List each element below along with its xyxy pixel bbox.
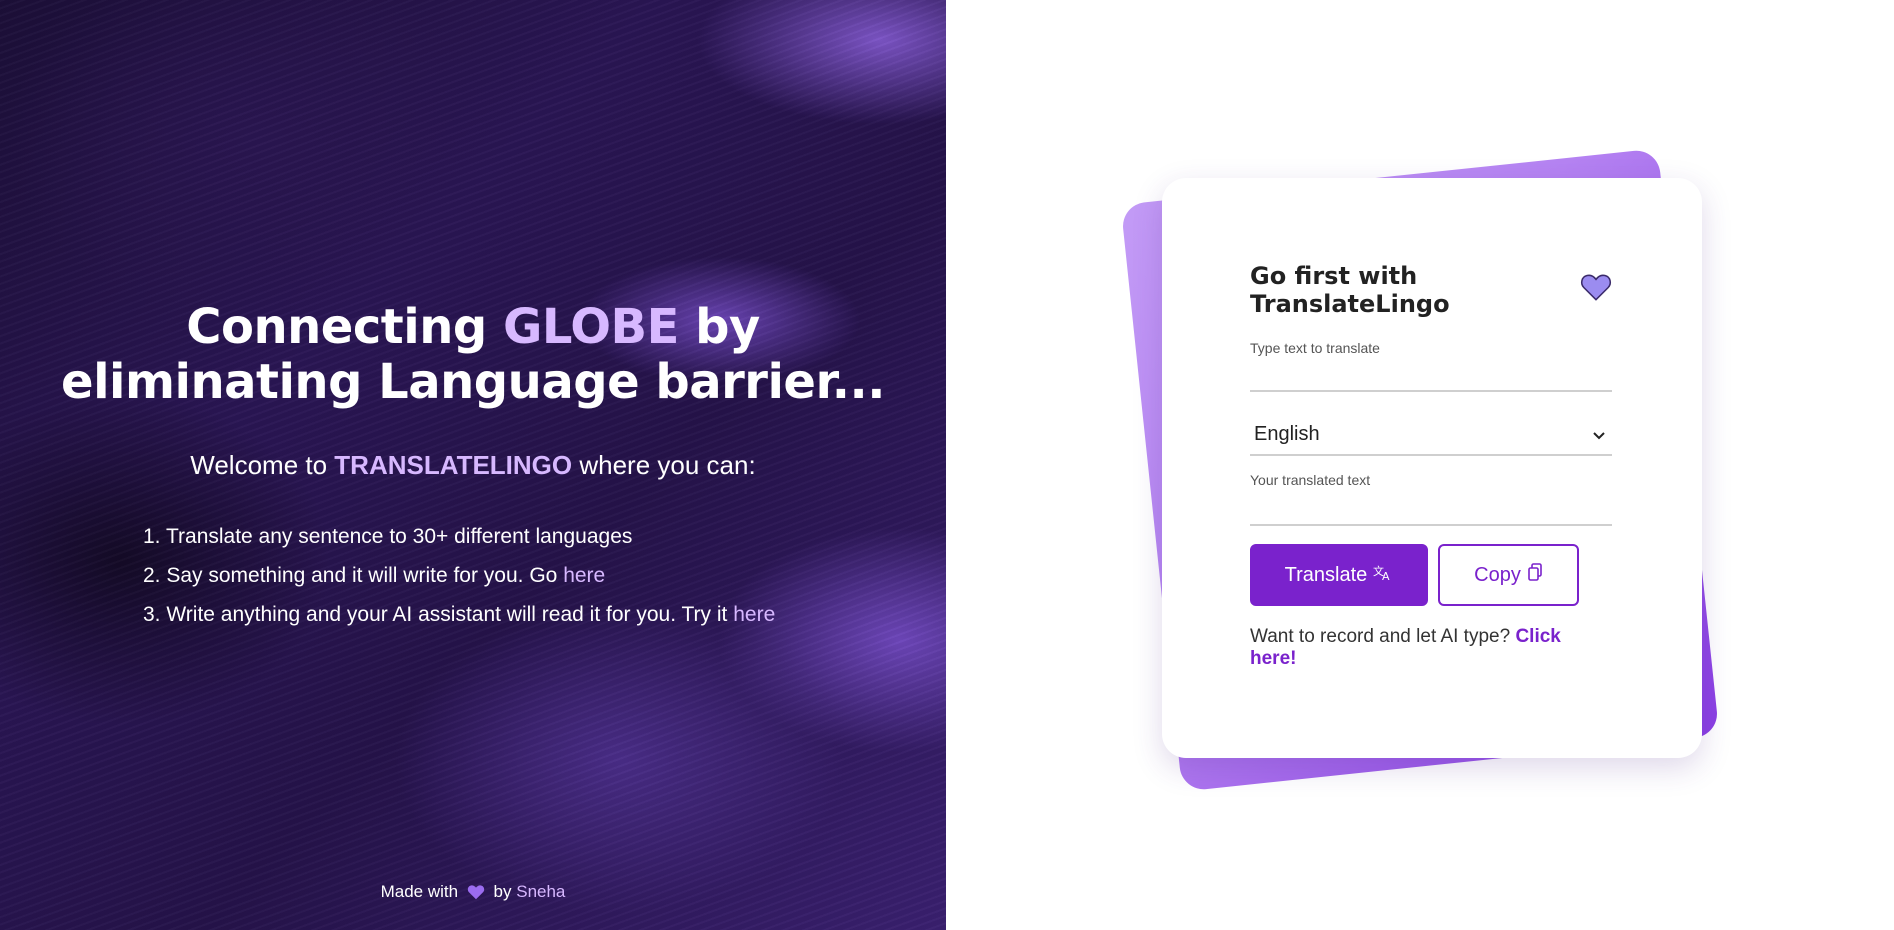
translate-icon: 文A	[1373, 563, 1393, 587]
footer: Made with by Sneha	[0, 882, 946, 905]
heart-icon	[1580, 273, 1612, 307]
headline-part2: by	[678, 299, 760, 355]
feature-text: 2. Say something and it will write for y…	[143, 564, 564, 587]
source-text-input[interactable]	[1250, 356, 1612, 392]
output-label: Your translated text	[1250, 472, 1371, 488]
translated-text-output	[1250, 488, 1612, 526]
feature-item: 3. Write anything and your AI assistant …	[143, 595, 946, 634]
headline-part1: Connecting	[186, 299, 503, 355]
card-title-text: Go first with TranslateLingo	[1250, 262, 1450, 318]
translate-card: Go first with TranslateLingo Type text t…	[1162, 178, 1702, 758]
hero-headline: Connecting GLOBE by eliminating Language…	[0, 300, 946, 410]
chevron-down-icon	[1592, 428, 1606, 446]
footer-by: by	[493, 882, 512, 901]
record-prompt: Want to record and let AI type? Click he…	[1250, 626, 1612, 670]
copy-button[interactable]: Copy	[1438, 544, 1579, 606]
input-label: Type text to translate	[1250, 340, 1380, 356]
feature-item: 1. Translate any sentence to 30+ differe…	[143, 517, 946, 556]
copy-icon	[1527, 563, 1543, 587]
headline-line2: eliminating Language barrier...	[61, 354, 885, 410]
welcome-suffix: where you can:	[572, 450, 756, 480]
welcome-prefix: Welcome to	[190, 450, 335, 480]
author-link[interactable]: Sneha	[516, 882, 565, 901]
translate-button-label: Translate	[1284, 563, 1368, 586]
text-to-speech-link[interactable]: here	[733, 603, 775, 626]
feature-text: 1. Translate any sentence to 30+ differe…	[143, 525, 633, 548]
translate-button[interactable]: Translate 文A	[1250, 544, 1428, 606]
svg-text:A: A	[1382, 570, 1390, 581]
copy-button-label: Copy	[1474, 563, 1521, 586]
feature-item: 2. Say something and it will write for y…	[143, 556, 946, 595]
headline-accent: GLOBE	[502, 299, 679, 355]
feature-list: 1. Translate any sentence to 30+ differe…	[143, 517, 946, 634]
footer-made-with: Made with	[380, 882, 459, 901]
heart-icon	[467, 884, 485, 905]
hero-panel: Connecting GLOBE by eliminating Language…	[0, 0, 946, 930]
welcome-brand: TRANSLATELINGO	[334, 450, 573, 480]
record-prompt-text: Want to record and let AI type?	[1250, 626, 1511, 647]
language-selected-value: English	[1254, 423, 1320, 445]
welcome-text: Welcome to TRANSLATELINGO where you can:	[0, 450, 946, 481]
action-buttons: Translate 文A Copy	[1250, 544, 1612, 606]
speech-to-text-link[interactable]: here	[563, 564, 605, 587]
language-select[interactable]: English	[1250, 414, 1612, 456]
hero-content: Connecting GLOBE by eliminating Language…	[0, 300, 946, 634]
card-title: Go first with TranslateLingo	[1250, 262, 1612, 318]
card-content: Go first with TranslateLingo Type text t…	[1250, 262, 1612, 670]
feature-text: 3. Write anything and your AI assistant …	[143, 603, 734, 626]
